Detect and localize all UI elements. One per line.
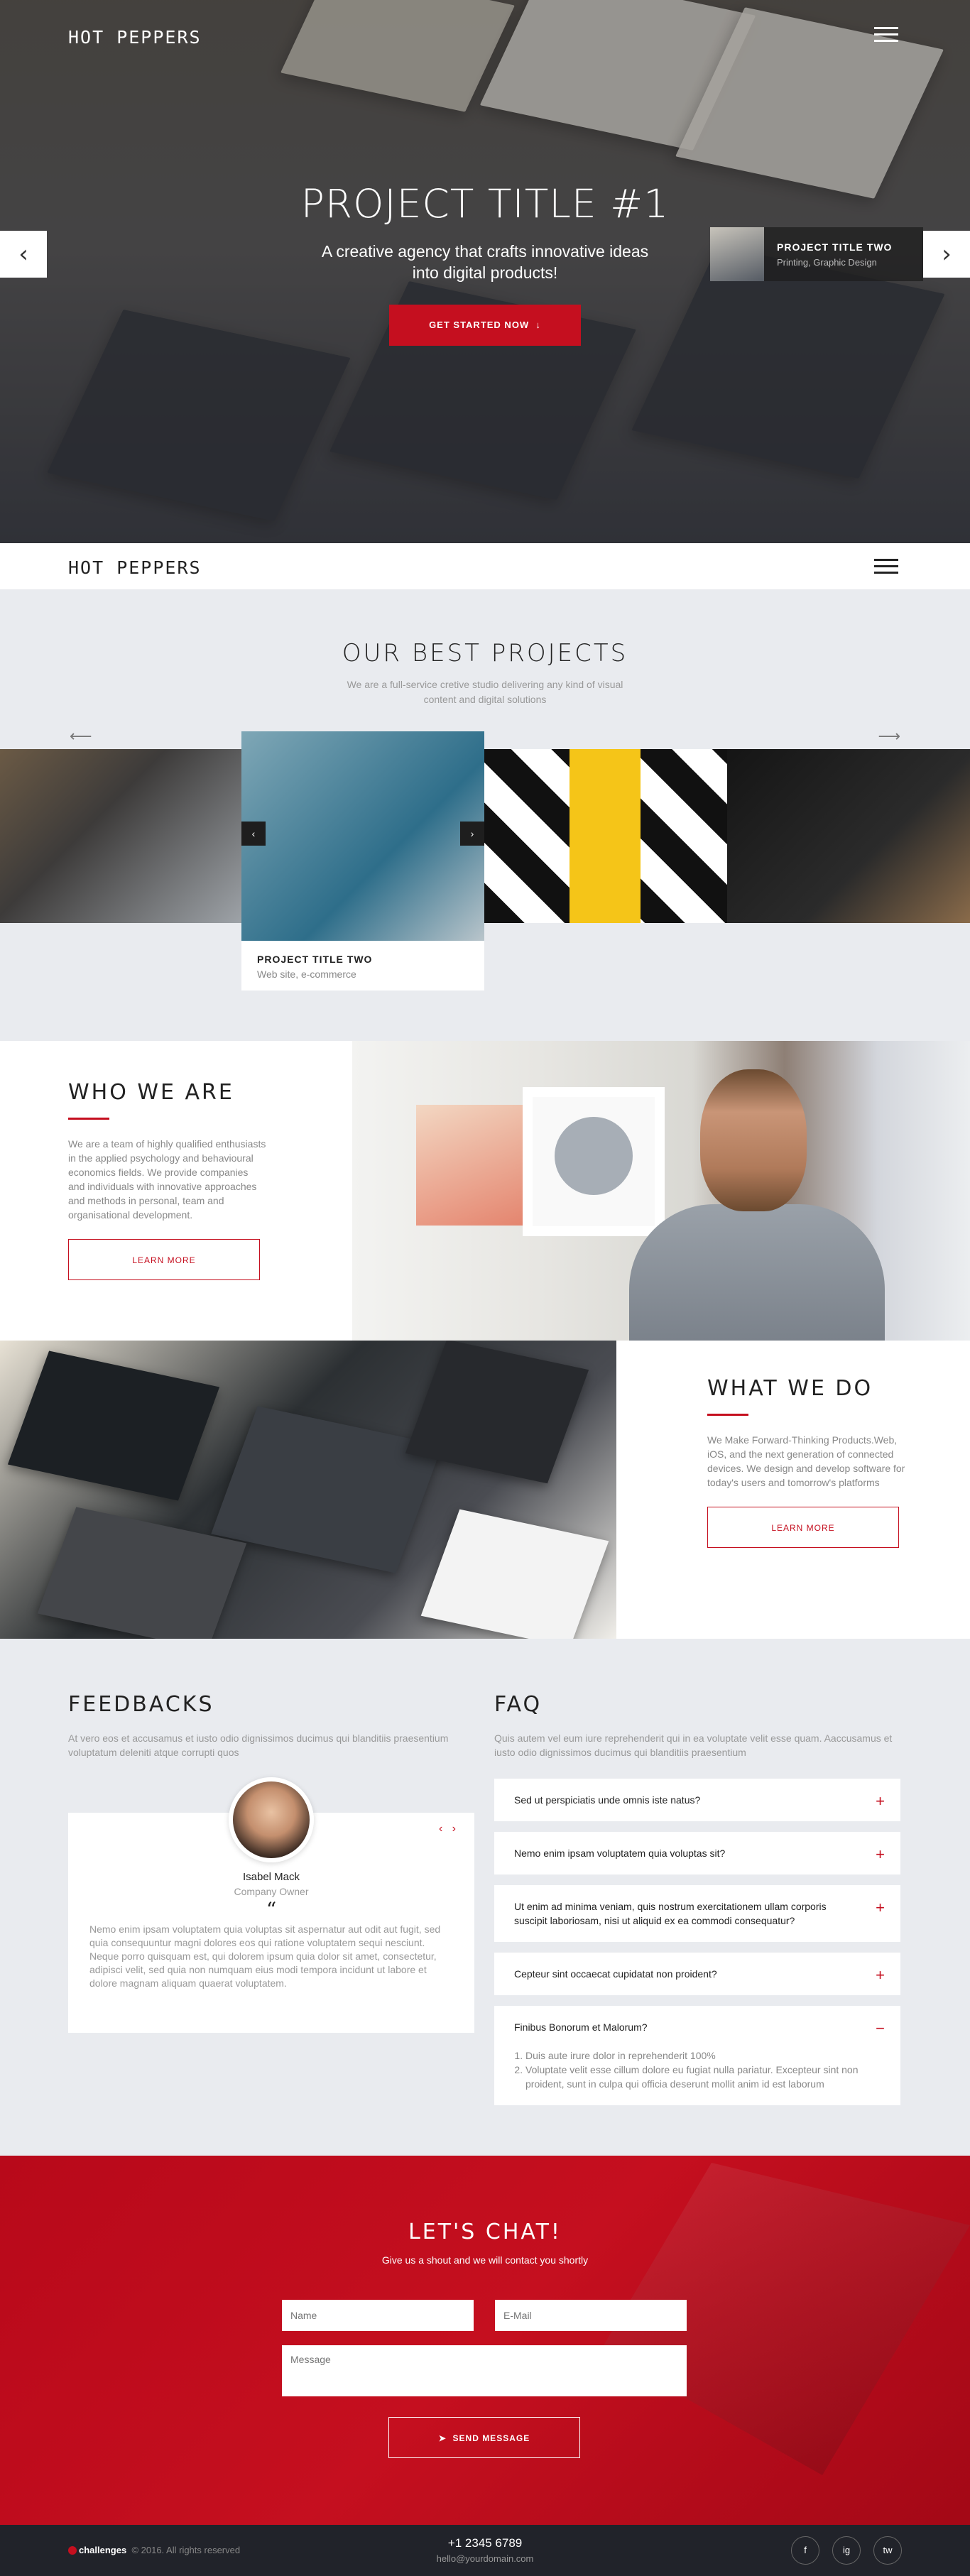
testimonial-text: Nemo enim ipsam voluptatem quia voluptas… bbox=[89, 1923, 441, 1989]
who-we-are-section: WHO WE ARE We are a team of highly quali… bbox=[0, 1041, 970, 1341]
person-image bbox=[629, 1055, 885, 1341]
next-project-thumbnail bbox=[710, 227, 764, 281]
project-caption: PROJECT TITLE TWO Web site, e-commerce bbox=[241, 941, 484, 990]
faq-answer: Duis aute irure dolor in reprehenderit 1… bbox=[514, 2048, 881, 2105]
avatar bbox=[229, 1777, 314, 1862]
projects-subtitle: We are a full-service cretive studio del… bbox=[347, 679, 623, 705]
title-underline bbox=[707, 1414, 748, 1416]
project-slide-active[interactable]: ‹ › bbox=[241, 731, 484, 941]
arrow-left-icon[interactable]: ⟵ bbox=[70, 728, 92, 746]
project-slide[interactable] bbox=[484, 749, 727, 923]
paper-plane-icon: ➤ bbox=[438, 2433, 447, 2443]
hero-title: PROJECT TITLE #1 bbox=[300, 181, 670, 227]
testimonial-role: Company Owner bbox=[234, 1886, 309, 1897]
faq-question: Ut enim ad minima veniam, quis nostrum e… bbox=[514, 1901, 827, 1926]
what-text: We Make Forward-Thinking Products.Web, i… bbox=[707, 1434, 905, 1488]
mockups-image bbox=[0, 1341, 616, 1639]
next-project-preview[interactable]: PROJECT TITLE TWO Printing, Graphic Desi… bbox=[710, 227, 923, 281]
faq-item[interactable]: Nemo enim ipsam voluptatem quia voluptas… bbox=[494, 1832, 900, 1874]
faq-item-open[interactable]: Finibus Bonorum et Malorum? − Duis aute … bbox=[494, 2006, 900, 2105]
project-slide[interactable] bbox=[0, 749, 241, 923]
send-message-button[interactable]: ➤ SEND MESSAGE bbox=[388, 2417, 580, 2458]
email-input[interactable] bbox=[495, 2300, 687, 2331]
menu-icon[interactable] bbox=[874, 559, 898, 578]
quote-icon: “ bbox=[266, 1898, 277, 1921]
faq-list: Sed ut perspiciatis unde omnis iste natu… bbox=[494, 1779, 900, 2105]
faq-item[interactable]: Sed ut perspiciatis unde omnis iste natu… bbox=[494, 1779, 900, 1821]
project-slide[interactable] bbox=[727, 749, 970, 923]
facebook-icon[interactable]: f bbox=[791, 2536, 819, 2565]
get-started-button[interactable]: GET STARTED NOW ↓ bbox=[389, 305, 581, 346]
project-title[interactable]: PROJECT TITLE TWO bbox=[257, 954, 469, 965]
next-project-tags: Printing, Graphic Design bbox=[777, 256, 877, 268]
instagram-icon[interactable]: ig bbox=[832, 2536, 861, 2565]
next-project-title: PROJECT TITLE TWO bbox=[777, 241, 893, 253]
what-we-do-section: WHAT WE DO We Make Forward-Thinking Prod… bbox=[0, 1341, 970, 1639]
faq-item[interactable]: Ut enim ad minima veniam, quis nostrum e… bbox=[494, 1885, 900, 1942]
minus-icon[interactable]: − bbox=[876, 2019, 885, 2038]
team-photo bbox=[352, 1041, 970, 1341]
faq-question: Finibus Bonorum et Malorum? bbox=[514, 2021, 648, 2033]
name-input[interactable] bbox=[282, 2300, 474, 2331]
plus-icon[interactable]: + bbox=[876, 1845, 885, 1864]
logo[interactable]: HOT PEPPERS bbox=[68, 557, 202, 578]
chevron-left-icon[interactable]: ‹ bbox=[439, 1823, 442, 1835]
twitter-icon[interactable]: tw bbox=[873, 2536, 902, 2565]
who-learn-more-button[interactable]: LEARN MORE bbox=[68, 1239, 260, 1280]
faq-question: Cepteur sint occaecat cupidatat non proi… bbox=[514, 1968, 717, 1980]
faq-block: FAQ Quis autem vel eum iure reprehenderi… bbox=[494, 1692, 900, 2116]
arrow-right-icon[interactable]: ⟶ bbox=[878, 728, 900, 746]
feedbacks-faq-section: FEEDBACKS At vero eos et accusamus et iu… bbox=[0, 1639, 970, 2156]
footer: challenges © 2016. All rights reserved +… bbox=[0, 2525, 970, 2576]
hero-next-button[interactable]: › bbox=[923, 231, 970, 278]
chevron-right-icon: › bbox=[942, 240, 952, 268]
chevron-right-icon[interactable]: › bbox=[460, 822, 484, 846]
title-underline bbox=[68, 1118, 109, 1120]
plus-icon[interactable]: + bbox=[876, 1792, 885, 1811]
faq-title: FAQ bbox=[494, 1692, 543, 1717]
projects-section: OUR BEST PROJECTS We are a full-service … bbox=[0, 589, 970, 1041]
testimonial-name: Isabel Mack bbox=[242, 1871, 300, 1883]
hero-subtitle: A creative agency that crafts innovative… bbox=[321, 242, 649, 282]
sticky-navbar: HOT PEPPERS bbox=[0, 543, 970, 589]
feedbacks-text: At vero eos et accusamus et iusto odio d… bbox=[68, 1732, 449, 1758]
plus-icon[interactable]: + bbox=[876, 1899, 885, 1917]
contact-section: LET'S CHAT! Give us a shout and we will … bbox=[0, 2156, 970, 2525]
what-title: WHAT WE DO bbox=[707, 1376, 873, 1401]
hero-prev-button[interactable]: ‹ bbox=[0, 231, 47, 278]
faq-question: Nemo enim ipsam voluptatem quia voluptas… bbox=[514, 1848, 726, 1859]
faq-text: Quis autem vel eum iure reprehenderit qu… bbox=[494, 1732, 893, 1758]
plus-icon[interactable]: + bbox=[876, 1966, 885, 1985]
faq-item[interactable]: Cepteur sint occaecat cupidatat non proi… bbox=[494, 1953, 900, 1995]
hero-section: HOT PEPPERS PROJECT TITLE #1 A creative … bbox=[0, 0, 970, 543]
who-title: WHO WE ARE bbox=[68, 1080, 234, 1105]
testimonial-nav: ‹ › bbox=[439, 1823, 456, 1835]
projects-title: OUR BEST PROJECTS bbox=[342, 639, 628, 667]
chevron-left-icon[interactable]: ‹ bbox=[241, 822, 266, 846]
feedbacks-block: FEEDBACKS At vero eos et accusamus et iu… bbox=[68, 1692, 474, 2033]
what-learn-more-button[interactable]: LEARN MORE bbox=[707, 1507, 899, 1548]
chevron-left-icon: ‹ bbox=[18, 240, 28, 268]
feedbacks-title: FEEDBACKS bbox=[68, 1692, 214, 1717]
social-links: f ig tw bbox=[791, 2536, 902, 2565]
who-text: We are a team of highly qualified enthus… bbox=[68, 1138, 266, 1221]
chevron-right-icon[interactable]: › bbox=[452, 1823, 456, 1835]
faq-question: Sed ut perspiciatis unde omnis iste natu… bbox=[514, 1794, 701, 1806]
project-tags: Web site, e-commerce bbox=[257, 968, 356, 980]
menu-icon[interactable] bbox=[874, 27, 898, 46]
logo[interactable]: HOT PEPPERS bbox=[68, 27, 202, 48]
message-input[interactable] bbox=[282, 2345, 687, 2396]
testimonial-card: ‹ › Isabel Mack Company Owner “ Nemo eni… bbox=[68, 1777, 474, 2033]
